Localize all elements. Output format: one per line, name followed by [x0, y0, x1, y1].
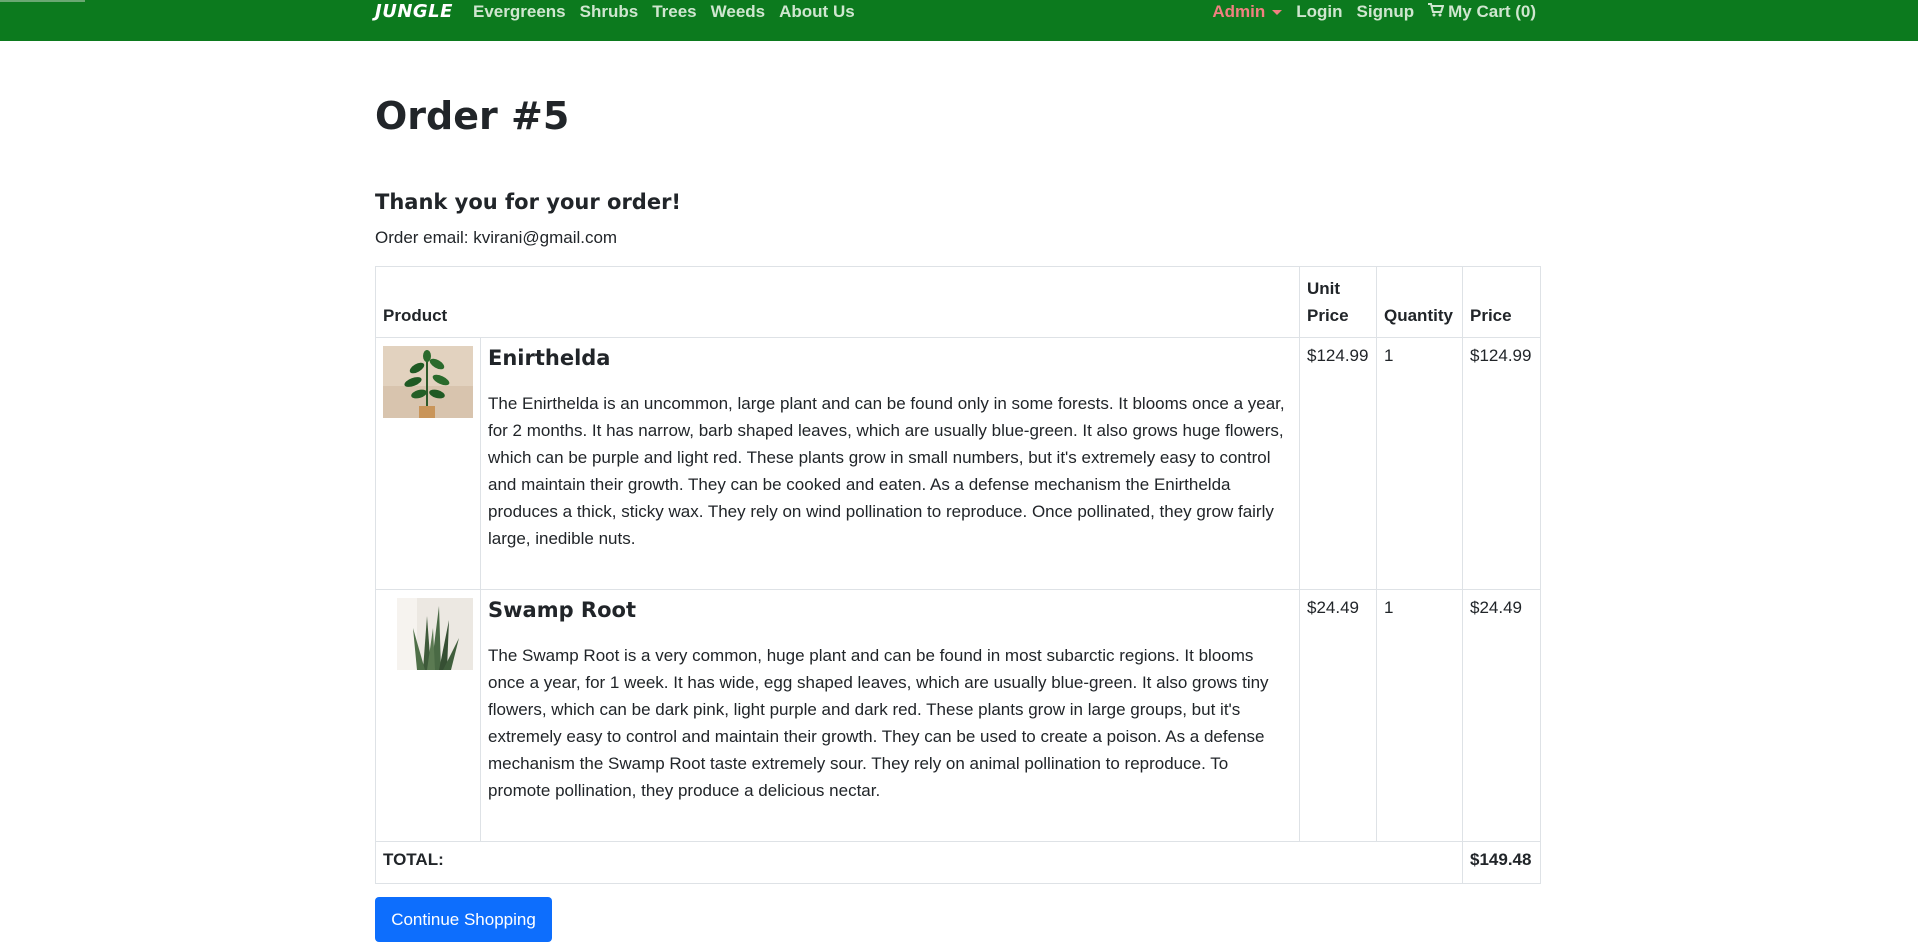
header-quantity: Quantity — [1376, 266, 1463, 338]
navbar: JUNGLE Evergreens Shrubs Trees Weeds Abo… — [0, 0, 1918, 41]
product-details-cell: Enirthelda The Enirthelda is an uncommon… — [480, 337, 1300, 590]
brand-logo[interactable]: JUNGLE — [375, 1, 453, 22]
price-cell: $124.99 — [1462, 337, 1541, 590]
unit-price-cell: $24.49 — [1299, 589, 1377, 842]
nav-link-trees[interactable]: Trees — [652, 2, 696, 22]
quantity-cell: 1 — [1376, 337, 1463, 590]
total-label: TOTAL: — [375, 841, 1463, 884]
order-email: Order email: kvirani@gmail.com — [375, 228, 618, 247]
navbar-accent — [0, 0, 85, 2]
product-image-cell — [375, 337, 481, 590]
header-product: Product — [375, 266, 1300, 338]
admin-dropdown[interactable]: Admin — [1212, 2, 1283, 22]
product-name: Enirthelda — [488, 346, 611, 370]
product-image-enirthelda — [383, 346, 473, 418]
nav-link-weeds[interactable]: Weeds — [711, 2, 766, 22]
cart-icon — [1428, 2, 1445, 22]
total-row: TOTAL: $149.48 — [375, 841, 1541, 884]
continue-shopping-button[interactable]: Continue Shopping — [375, 897, 552, 942]
order-table: Product Unit Price Quantity Price Enirth… — [375, 266, 1541, 884]
nav-link-shrubs[interactable]: Shrubs — [580, 2, 639, 22]
header-unit-price: Unit Price — [1299, 266, 1377, 338]
login-link[interactable]: Login — [1296, 2, 1342, 22]
product-name: Swamp Root — [488, 598, 636, 622]
table-header-row: Product Unit Price Quantity Price — [375, 266, 1541, 338]
product-description: The Swamp Root is a very common, huge pl… — [488, 646, 1269, 800]
nav-primary: Evergreens Shrubs Trees Weeds About Us — [473, 2, 869, 22]
price-cell: $24.49 — [1462, 589, 1541, 842]
product-description: The Enirthelda is an uncommon, large pla… — [488, 394, 1285, 548]
thank-you-heading: Thank you for your order! — [375, 190, 682, 214]
product-image-cell — [375, 589, 481, 842]
nav-secondary: Admin Login Signup My Cart (0) — [1198, 2, 1536, 22]
admin-label: Admin — [1212, 2, 1266, 21]
table-row: Swamp Root The Swamp Root is a very comm… — [375, 589, 1541, 842]
page-title: Order #5 — [375, 94, 570, 138]
signup-link[interactable]: Signup — [1357, 2, 1415, 22]
header-price: Price — [1462, 266, 1541, 338]
cart-label: My Cart (0) — [1448, 2, 1536, 21]
caret-down-icon — [1272, 9, 1283, 15]
total-value: $149.48 — [1462, 841, 1541, 884]
nav-link-evergreens[interactable]: Evergreens — [473, 2, 566, 22]
product-image-swamp-root — [383, 598, 473, 670]
quantity-cell: 1 — [1376, 589, 1463, 842]
table-row: Enirthelda The Enirthelda is an uncommon… — [375, 337, 1541, 590]
unit-price-cell: $124.99 — [1299, 337, 1377, 590]
cart-link[interactable]: My Cart (0) — [1428, 2, 1536, 22]
nav-link-about-us[interactable]: About Us — [779, 2, 855, 22]
product-details-cell: Swamp Root The Swamp Root is a very comm… — [480, 589, 1300, 842]
